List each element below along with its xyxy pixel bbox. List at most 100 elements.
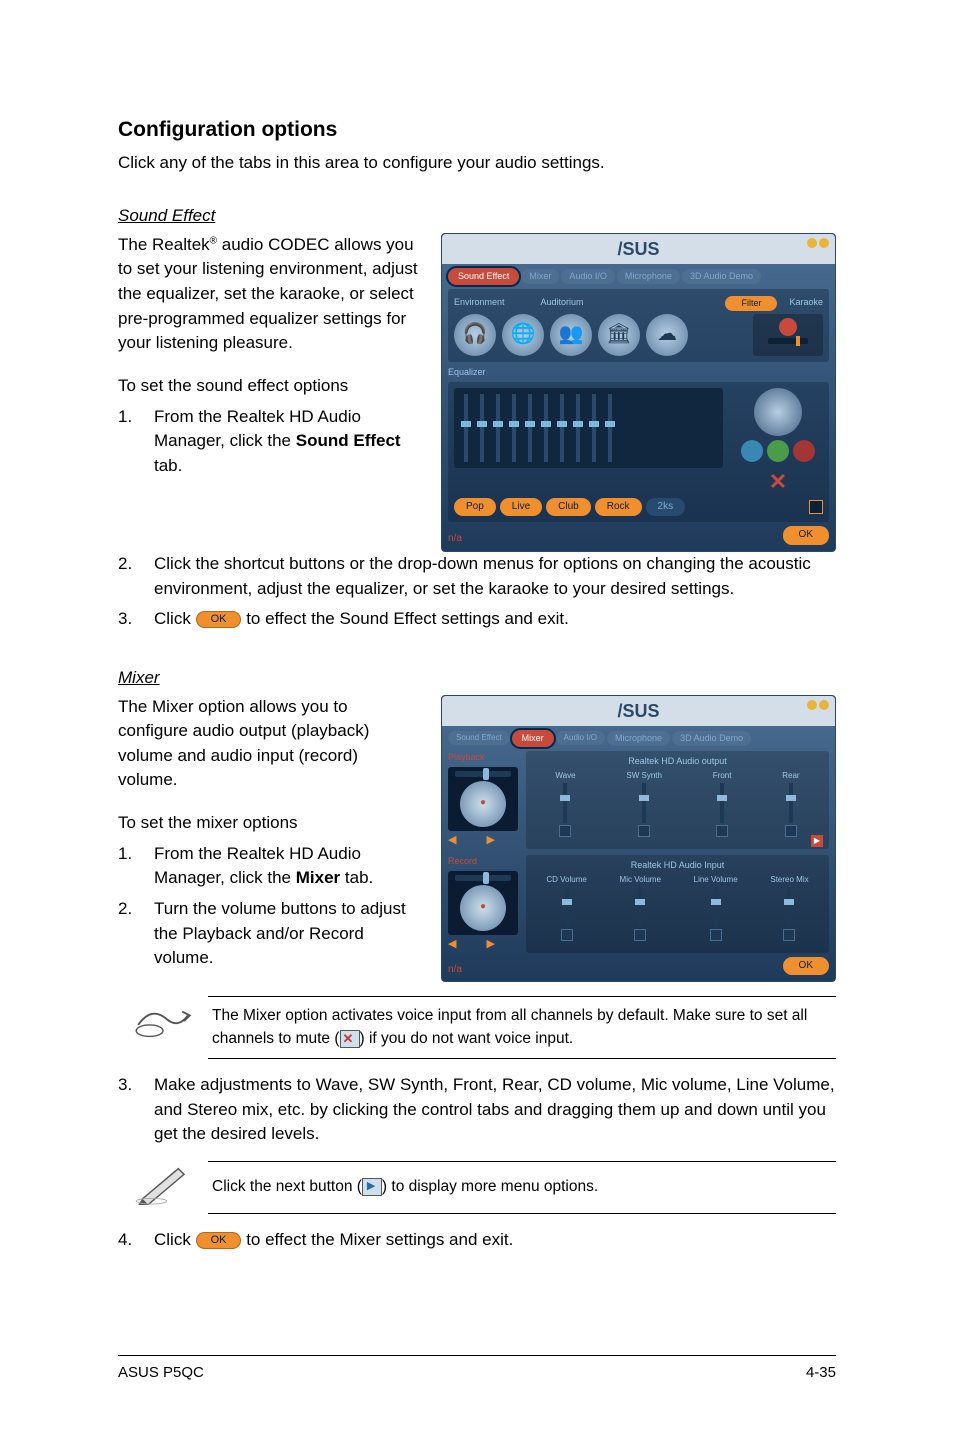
ok-button-inline[interactable]: OK bbox=[196, 1232, 242, 1249]
env-icon-4[interactable]: 🏛 bbox=[598, 314, 640, 356]
col-stereomix: Stereo Mix bbox=[770, 874, 808, 886]
mute-line[interactable] bbox=[710, 929, 722, 941]
note-text: ) if you do not want voice input. bbox=[360, 1030, 574, 1047]
mute-rear[interactable] bbox=[785, 825, 797, 837]
col-line: Line Volume bbox=[694, 874, 738, 886]
mute-swsynth[interactable] bbox=[638, 825, 650, 837]
eq-reset-icon[interactable]: ✕ bbox=[764, 466, 792, 494]
karaoke-knob[interactable] bbox=[779, 318, 797, 336]
env-icon-5[interactable]: ☁ bbox=[646, 314, 688, 356]
preset-live[interactable]: Live bbox=[500, 498, 542, 517]
prev-page-icon[interactable]: ◀ bbox=[448, 937, 456, 953]
tab-3d-audio-demo[interactable]: 3D Audio Demo bbox=[682, 269, 761, 284]
tab-microphone[interactable]: Microphone bbox=[607, 731, 670, 746]
slider-wave[interactable] bbox=[563, 783, 567, 823]
eq-main-knob[interactable] bbox=[754, 388, 802, 436]
mute-stereomix[interactable] bbox=[783, 929, 795, 941]
preset-pop[interactable]: Pop bbox=[454, 498, 496, 517]
next-channels-icon[interactable]: ▶ bbox=[811, 835, 823, 847]
playback-master[interactable]: ● bbox=[448, 767, 518, 831]
slider-rear[interactable] bbox=[789, 783, 793, 823]
tab-3d-audio-demo[interactable]: 3D Audio Demo bbox=[672, 731, 751, 746]
slider-line[interactable] bbox=[714, 887, 718, 927]
auditorium-label: Auditorium bbox=[541, 296, 584, 309]
heading-mixer: Mixer bbox=[118, 666, 836, 691]
preset-rock[interactable]: Rock bbox=[595, 498, 642, 517]
tab-microphone[interactable]: Microphone bbox=[617, 269, 680, 284]
filter-button[interactable]: Filter bbox=[725, 296, 777, 311]
env-icon-1[interactable]: 🎧 bbox=[454, 314, 496, 356]
mute-mic[interactable] bbox=[634, 929, 646, 941]
karaoke-panel[interactable] bbox=[753, 314, 823, 356]
heading-configuration-options: Configuration options bbox=[118, 115, 836, 145]
slider-cd[interactable] bbox=[565, 887, 569, 927]
text: tab. bbox=[154, 456, 182, 475]
window-controls[interactable] bbox=[807, 238, 829, 248]
slider-front[interactable] bbox=[720, 783, 724, 823]
panel-ok-button[interactable]: OK bbox=[783, 957, 829, 976]
environment-shortcut-icons[interactable]: 🎧 🌐 👥 🏛 ☁ bbox=[454, 314, 747, 356]
env-icon-3[interactable]: 👥 bbox=[550, 314, 592, 356]
sound-effect-panel-screenshot: /SUS Sound Effect Mixer Audio I/O Microp… bbox=[441, 233, 836, 552]
window-controls[interactable] bbox=[807, 700, 829, 710]
preset-2ks[interactable]: 2ks bbox=[646, 498, 686, 517]
karaoke-label: Karaoke bbox=[789, 296, 823, 309]
tab-mixer[interactable]: Mixer bbox=[521, 269, 559, 284]
mute-cd[interactable] bbox=[561, 929, 573, 941]
step-text: From the Realtek HD Audio Manager, click… bbox=[154, 405, 421, 479]
eq-presets[interactable]: Pop Live Club Rock 2ks bbox=[454, 498, 823, 517]
prev-page-icon[interactable]: ◀ bbox=[448, 833, 456, 849]
panel-ok-button[interactable]: OK bbox=[783, 526, 829, 545]
env-icon-2[interactable]: 🌐 bbox=[502, 314, 544, 356]
next-page-icon[interactable]: ▶ bbox=[486, 833, 494, 849]
step-text: Turn the volume buttons to adjust the Pl… bbox=[154, 897, 421, 971]
preset-select[interactable] bbox=[809, 500, 823, 514]
slider-swsynth[interactable] bbox=[642, 783, 646, 823]
playback-balance-slider[interactable] bbox=[455, 771, 511, 777]
col-wave: Wave bbox=[555, 770, 575, 782]
record-label: Record bbox=[448, 855, 518, 868]
record-master[interactable]: ● bbox=[448, 871, 518, 935]
step-number: 2. bbox=[118, 552, 154, 601]
registered-mark: ® bbox=[210, 235, 217, 246]
step-number: 3. bbox=[118, 607, 154, 632]
step-text: Make adjustments to Wave, SW Synth, Fron… bbox=[154, 1073, 836, 1147]
tab-mixer[interactable]: Mixer bbox=[512, 730, 554, 747]
tab-sound-effect[interactable]: Sound Effect bbox=[448, 268, 519, 285]
text: Click bbox=[154, 1230, 196, 1249]
mute-wave[interactable] bbox=[559, 825, 571, 837]
playback-volume-knob[interactable]: ● bbox=[460, 781, 506, 827]
logo-text: /SUS bbox=[617, 701, 659, 721]
equalizer-label: Equalizer bbox=[448, 366, 829, 379]
preset-club[interactable]: Club bbox=[546, 498, 591, 517]
slider-mic[interactable] bbox=[638, 887, 642, 927]
eq-mini-1[interactable] bbox=[741, 440, 763, 462]
page-footer: ASUS P5QC 4-35 bbox=[118, 1355, 836, 1384]
record-volume-knob[interactable]: ● bbox=[460, 885, 506, 931]
logo-text: /SUS bbox=[617, 239, 659, 259]
environment-label: Environment bbox=[454, 296, 505, 309]
bold-label: Sound Effect bbox=[296, 431, 401, 450]
eq-mini-3[interactable] bbox=[793, 440, 815, 462]
record-balance-slider[interactable] bbox=[455, 875, 511, 881]
heading-sound-effect: Sound Effect bbox=[118, 204, 836, 229]
next-icon bbox=[362, 1178, 382, 1196]
sound-effect-paragraph: The Realtek® audio CODEC allows you to s… bbox=[118, 233, 421, 356]
mute-front[interactable] bbox=[716, 825, 728, 837]
note-text: ) to display more menu options. bbox=[382, 1178, 598, 1195]
tab-audio-io[interactable]: Audio I/O bbox=[561, 269, 615, 284]
next-page-icon[interactable]: ▶ bbox=[486, 937, 494, 953]
step-text: Click OK to effect the Sound Effect sett… bbox=[154, 607, 836, 632]
step-number: 1. bbox=[118, 405, 154, 479]
text: The Realtek bbox=[118, 235, 210, 254]
note-next: Click the next button () to display more… bbox=[118, 1161, 836, 1214]
tab-sound-effect[interactable]: Sound Effect bbox=[448, 731, 510, 745]
equalizer-sliders[interactable] bbox=[454, 388, 723, 468]
tab-audio-io[interactable]: Audio I/O bbox=[556, 731, 605, 745]
eq-mini-2[interactable] bbox=[767, 440, 789, 462]
karaoke-slider[interactable] bbox=[768, 338, 808, 344]
step-number: 2. bbox=[118, 897, 154, 971]
ok-button-inline[interactable]: OK bbox=[196, 611, 242, 628]
step-text: From the Realtek HD Audio Manager, click… bbox=[154, 842, 421, 891]
slider-stereomix[interactable] bbox=[787, 887, 791, 927]
